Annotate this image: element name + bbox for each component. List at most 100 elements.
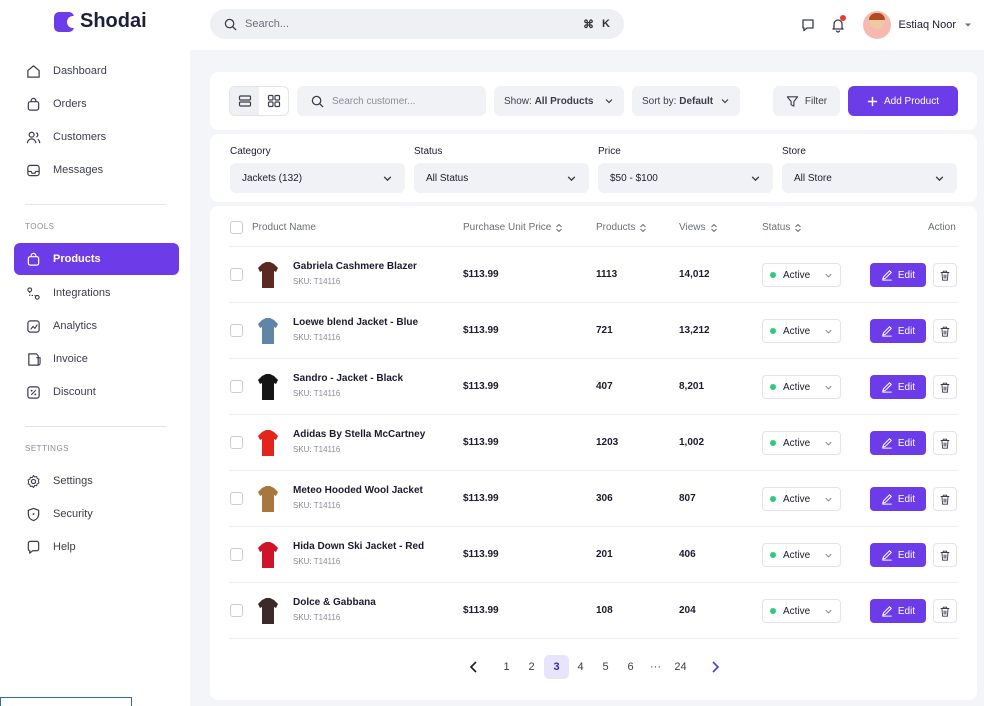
delete-button[interactable] <box>933 543 957 567</box>
page-button[interactable]: 1 <box>494 655 519 679</box>
edit-button[interactable]: Edit <box>870 375 926 399</box>
product-name[interactable]: Loewe blend Jacket - Blue <box>293 317 418 328</box>
delete-button[interactable] <box>933 319 957 343</box>
user-name[interactable]: Estiaq Noor <box>899 19 956 31</box>
sidebar-item-label: Orders <box>53 98 87 110</box>
delete-button[interactable] <box>933 599 957 623</box>
edit-button[interactable]: Edit <box>870 543 926 567</box>
edit-button[interactable]: Edit <box>870 431 926 455</box>
table-row[interactable]: Loewe blend Jacket - Blue SKU: T14116 $113… <box>229 302 958 358</box>
shield-icon <box>25 506 41 522</box>
users-icon <box>25 129 41 145</box>
delete-button[interactable] <box>933 431 957 455</box>
sidebar-item-help[interactable]: Help <box>14 531 179 563</box>
table-row[interactable]: Adidas By Stella McCartney SKU: T14116 $11… <box>229 414 958 470</box>
table-row[interactable]: Meteo Hooded Wool Jacket SKU: T14116 $113.… <box>229 470 958 526</box>
customer-search-input[interactable]: Search customer... <box>297 86 486 116</box>
pencil-icon <box>882 326 892 337</box>
page-button[interactable]: 2 <box>519 655 544 679</box>
row-checkbox[interactable] <box>230 324 243 337</box>
page-button[interactable]: 6 <box>618 655 643 679</box>
logo-text: Shodai <box>80 10 147 32</box>
prev-page-button[interactable] <box>461 655 486 679</box>
sidebar-item-label: Integrations <box>53 287 111 299</box>
sidebar-item-invoice[interactable]: Invoice <box>14 343 179 375</box>
sidebar-item-messages[interactable]: Messages <box>14 154 179 186</box>
sidebar-item-security[interactable]: Security <box>14 498 179 530</box>
edit-button[interactable]: Edit <box>870 263 926 287</box>
page-button[interactable]: 24 <box>668 655 693 679</box>
delete-button[interactable] <box>933 263 957 287</box>
list-view-button[interactable] <box>230 87 259 115</box>
filter-category-value: Jackets (132) <box>242 172 303 184</box>
delete-button[interactable] <box>933 487 957 511</box>
header-status[interactable]: Status <box>762 222 802 233</box>
bell-icon[interactable] <box>827 14 849 36</box>
filter-store-select[interactable]: All Store <box>782 163 957 193</box>
filter-category-select[interactable]: Jackets (132) <box>230 163 405 193</box>
chat-icon[interactable] <box>797 14 819 36</box>
sidebar-item-integrations[interactable]: Integrations <box>14 277 179 309</box>
page-button[interactable]: 3 <box>544 655 569 679</box>
row-checkbox[interactable] <box>230 604 243 617</box>
page-button[interactable]: 5 <box>593 655 618 679</box>
sidebar-item-dashboard[interactable]: Dashboard <box>14 55 179 87</box>
add-product-button[interactable]: Add Product <box>848 86 958 116</box>
product-name[interactable]: Meteo Hooded Wool Jacket <box>293 485 423 496</box>
sidebar-item-orders[interactable]: Orders <box>14 88 179 120</box>
customer-search-placeholder[interactable]: Search customer... <box>332 96 415 107</box>
sidebar-item-products[interactable]: Products <box>14 243 179 275</box>
show-dropdown[interactable]: Show: All Products <box>494 86 624 116</box>
page-button[interactable]: 4 <box>568 655 593 679</box>
status-select[interactable]: Active <box>762 319 841 343</box>
logo[interactable]: Shodai <box>54 10 147 33</box>
avatar[interactable] <box>862 11 891 39</box>
product-name[interactable]: Hida Down Ski Jacket - Red <box>293 541 424 552</box>
chevron-left-icon <box>469 661 477 673</box>
row-checkbox[interactable] <box>230 548 243 561</box>
status-select[interactable]: Active <box>762 599 841 623</box>
edit-button[interactable]: Edit <box>870 487 926 511</box>
header-products[interactable]: Products <box>596 222 647 233</box>
top-right-actions: Estiaq Noor <box>789 11 974 39</box>
next-page-button[interactable] <box>702 655 727 679</box>
table-row[interactable]: Dolce & Gabbana SKU: T14116 $113.99 108 204 A… <box>229 582 958 638</box>
edit-button[interactable]: Edit <box>870 319 926 343</box>
header-views[interactable]: Views <box>679 222 718 233</box>
sidebar-item-discount[interactable]: Discount <box>14 376 179 408</box>
chevron-down-icon[interactable] <box>962 19 974 31</box>
header-purchase-price[interactable]: Purchase Unit Price <box>463 222 563 233</box>
row-checkbox[interactable] <box>230 380 243 393</box>
table-row[interactable]: Hida Down Ski Jacket - Red SKU: T14116 $11… <box>229 526 958 582</box>
product-name[interactable]: Dolce & Gabbana <box>293 597 376 608</box>
status-select[interactable]: Active <box>762 487 841 511</box>
sort-dropdown[interactable]: Sort by: Default <box>632 86 740 116</box>
delete-button[interactable] <box>933 375 957 399</box>
table-row[interactable]: Gabriela Cashmere Blazer SKU: T14116 $113.… <box>229 246 958 302</box>
sidebar-item-analytics[interactable]: Analytics <box>14 310 179 342</box>
top-bar: Shodai Search... ⌘ K Estiaq Noor <box>0 0 984 50</box>
global-search[interactable]: Search... ⌘ K <box>210 9 624 39</box>
grid-view-button[interactable] <box>259 87 288 115</box>
filter-price-select[interactable]: $50 - $100 <box>598 163 773 193</box>
sidebar-item-settings[interactable]: Settings <box>14 465 179 497</box>
status-select[interactable]: Active <box>762 543 841 567</box>
edit-button[interactable]: Edit <box>870 599 926 623</box>
table-row[interactable]: Sandro - Jacket - Black SKU: T14116 $113.9… <box>229 358 958 414</box>
filter-status-select[interactable]: All Status <box>414 163 589 193</box>
header-product-name[interactable]: Product Name <box>252 222 316 233</box>
status-select[interactable]: Active <box>762 431 841 455</box>
row-checkbox[interactable] <box>230 436 243 449</box>
status-select[interactable]: Active <box>762 263 841 287</box>
filter-button[interactable]: Filter <box>773 86 840 116</box>
product-name[interactable]: Adidas By Stella McCartney <box>293 429 425 440</box>
select-all-checkbox[interactable] <box>230 221 243 234</box>
status-select[interactable]: Active <box>762 375 841 399</box>
row-checkbox[interactable] <box>230 492 243 505</box>
search-placeholder[interactable]: Search... <box>245 18 575 30</box>
product-name[interactable]: Gabriela Cashmere Blazer <box>293 261 417 272</box>
shortcut-cmd: ⌘ <box>583 18 595 31</box>
sidebar-item-customers[interactable]: Customers <box>14 121 179 153</box>
row-checkbox[interactable] <box>230 268 243 281</box>
product-name[interactable]: Sandro - Jacket - Black <box>293 373 403 384</box>
